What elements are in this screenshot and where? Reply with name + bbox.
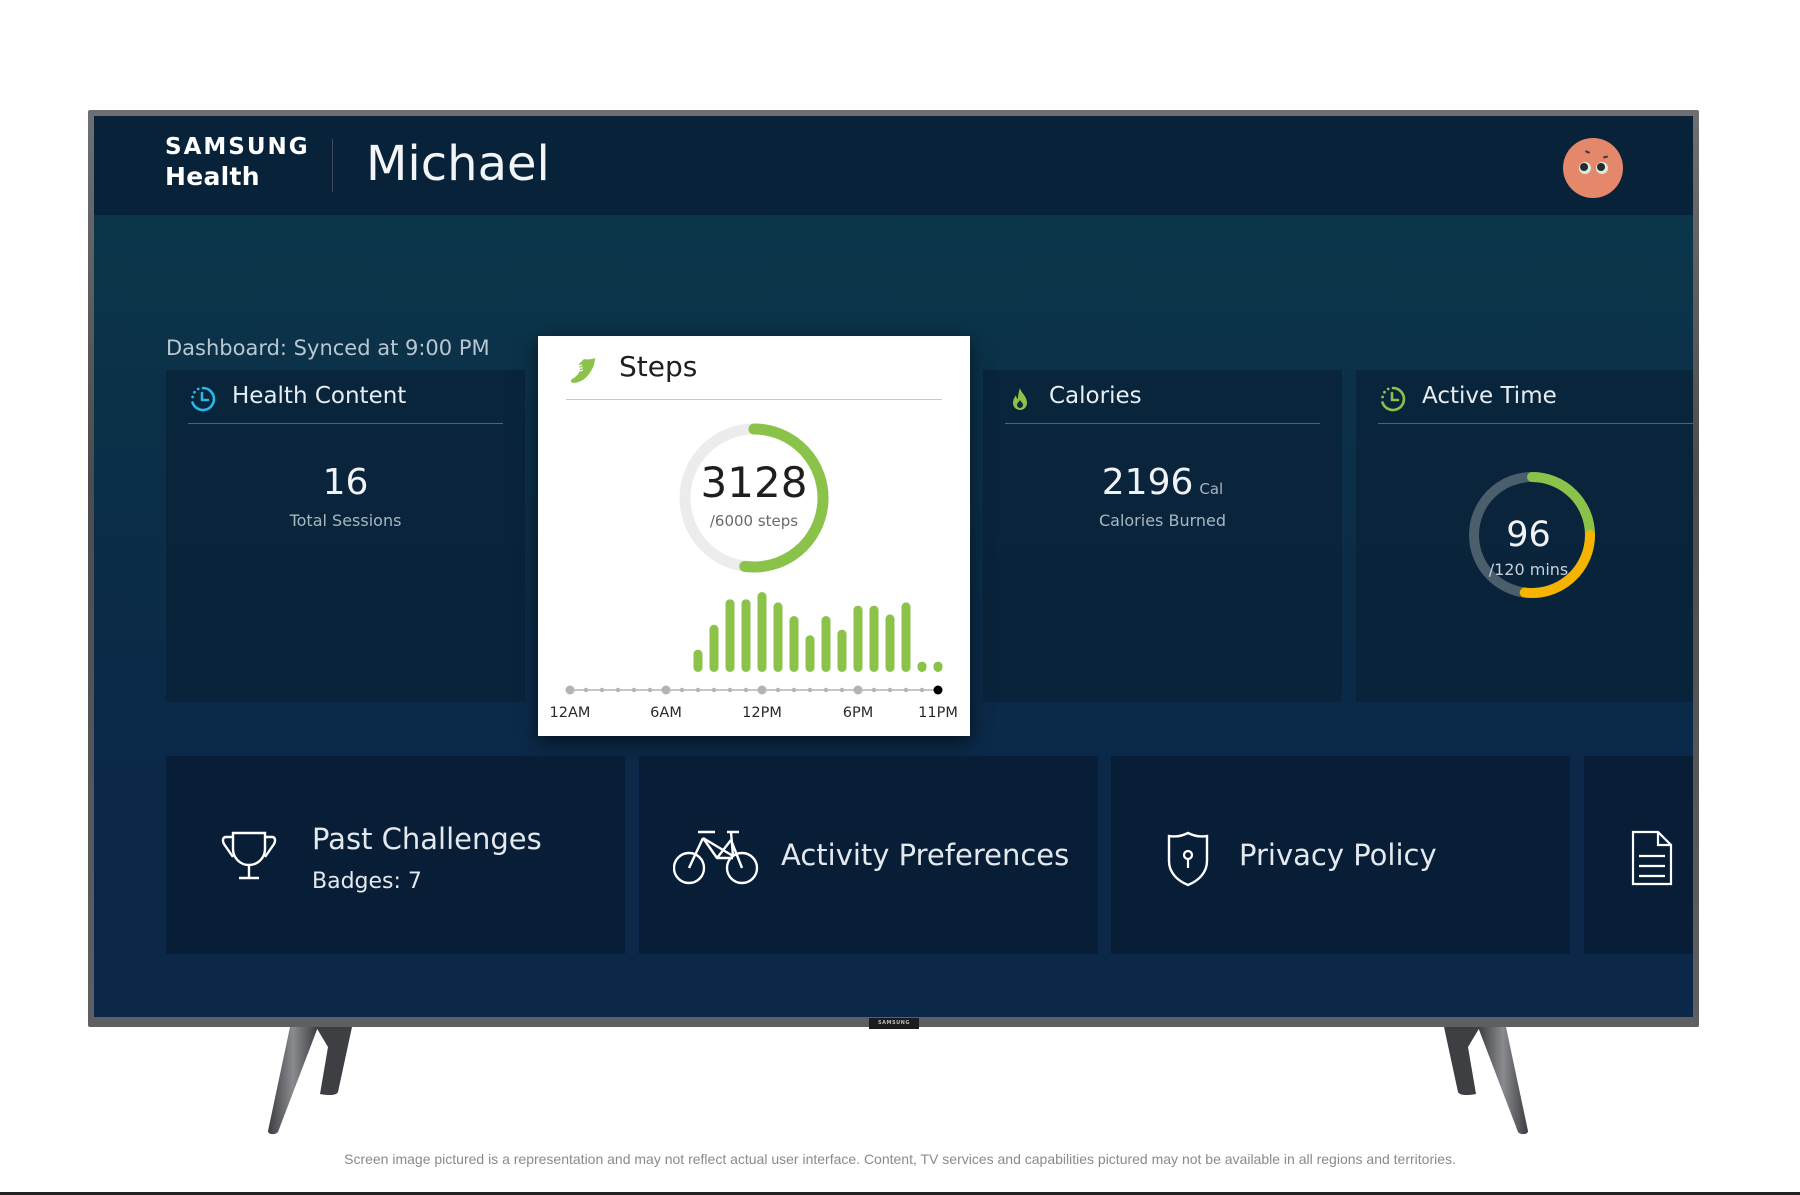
nav-label: Past Challenges (312, 822, 542, 856)
hour-dot-6AM (661, 685, 671, 695)
brand-samsung: SAMSUNG (165, 134, 310, 160)
timer-icon (1381, 386, 1406, 412)
nav-privacy-policy[interactable]: Privacy Policy (1111, 756, 1570, 954)
calories-unit: Cal (1199, 480, 1224, 498)
nav-terms-document[interactable] (1584, 756, 1693, 954)
hour-dot-10AM (727, 687, 733, 693)
steps-card[interactable]: Steps 12AM 6AM 12PM 6PM 11PM 3128 /6000 step… (538, 336, 970, 736)
avatar-brow-icon (1584, 150, 1591, 154)
avatar-brow-icon (1602, 155, 1609, 159)
nav-activity-preferences[interactable]: Activity Preferences (639, 756, 1098, 954)
hour-dot-6PM (853, 685, 863, 695)
active-time-goal: /120 mins (1488, 560, 1569, 579)
steps-bar-3PM (805, 635, 815, 672)
brand-health: Health (165, 162, 260, 191)
bicycle-icon (673, 830, 759, 885)
steps-bar-4PM (821, 616, 831, 672)
active-time-value: 96 (1506, 515, 1551, 555)
hour-dot-8AM (695, 687, 701, 693)
calories-burned-label: Calories Burned (1098, 511, 1227, 530)
steps-bar-6PM (853, 605, 863, 672)
avatar-eye-icon (1596, 162, 1608, 174)
total-sessions-value: 16 (322, 462, 369, 503)
hour-dot-5PM (839, 687, 845, 693)
hour-dot-3AM (615, 687, 621, 693)
health-content-card[interactable]: Health Content 16 Total Sessions (166, 370, 525, 702)
nav-past-challenges[interactable]: Past Challenges Badges: 7 (166, 756, 625, 954)
hour-dot-7AM (679, 687, 685, 693)
disclaimer-text: Screen image pictured is a representatio… (344, 1151, 1456, 1167)
flame-icon (1013, 388, 1027, 410)
tv-frame: SAMSUNG Health Michael Dashboard: Synced… (88, 110, 1699, 1027)
samsung-health-logo: SAMSUNG Health (165, 134, 310, 191)
calories-card[interactable]: Calories 2196 Cal Calories Burned (983, 370, 1342, 702)
hour-dot-11AM (743, 687, 749, 693)
x-tick-label: 11PM (918, 705, 958, 721)
steps-bar-7PM (869, 605, 879, 672)
x-tick-label: 6AM (650, 705, 682, 721)
steps-chart: 12AM 6AM 12PM 6PM 11PM (550, 423, 958, 721)
badges-count: Badges: 7 (312, 869, 422, 894)
calories-value: 2196 Cal (983, 462, 1342, 503)
hour-dot-7PM (871, 687, 877, 693)
x-tick-label: 12AM (550, 705, 591, 721)
steps-bar-2PM (789, 616, 799, 672)
hour-dot-12AM (565, 685, 575, 695)
card-title: Health Content (232, 383, 407, 409)
hour-dot-1AM (583, 687, 589, 693)
hour-dot-11PM (933, 685, 943, 695)
shield-lock-icon (1167, 831, 1209, 887)
steps-bar-9AM (709, 624, 719, 672)
hour-dot-9AM (711, 687, 717, 693)
hour-dot-2AM (599, 687, 605, 693)
steps-value: 3128 (700, 458, 808, 507)
hour-dot-1PM (775, 687, 781, 693)
steps-bar-8AM (693, 649, 703, 672)
card-header: Health Content (188, 370, 503, 424)
avatar-eye-icon (1579, 162, 1591, 174)
steps-bar-5PM (837, 629, 847, 672)
steps-bar-11AM (741, 599, 751, 672)
hour-dot-10PM (919, 687, 925, 693)
steps-bar-1PM (773, 602, 783, 672)
hour-dot-3PM (807, 687, 813, 693)
card-title: Calories (1049, 383, 1142, 409)
hour-dot-2PM (791, 687, 797, 693)
bezel-samsung-logo: SAMSUNG (869, 1018, 919, 1029)
hour-dot-8PM (887, 687, 893, 693)
calories-number: 2196 (1101, 462, 1194, 503)
steps-goal: /6000 steps (709, 512, 799, 530)
steps-bar-9PM (901, 602, 911, 672)
card-header: Calories (1005, 370, 1320, 424)
x-tick-label: 6PM (843, 705, 873, 721)
user-name: Michael (366, 136, 550, 192)
hour-dot-9PM (903, 687, 909, 693)
nav-label: Activity Preferences (781, 838, 1070, 872)
tv-stand-right (1444, 1027, 1528, 1135)
steps-bar-8PM (885, 614, 895, 672)
hour-dot-12PM (757, 685, 767, 695)
tv-stand-left (268, 1027, 352, 1135)
steps-bar-12PM (757, 592, 767, 672)
hour-dot-4PM (823, 687, 829, 693)
trophy-icon (221, 831, 277, 880)
card-header: Active Time (1378, 370, 1693, 424)
app-header: SAMSUNG Health Michael (94, 116, 1693, 215)
steps-bar-10PM (917, 661, 927, 672)
active-time-card[interactable]: Active Time 96 /120 mins (1356, 370, 1693, 702)
sync-status: Dashboard: Synced at 9:00 PM (166, 336, 490, 360)
hour-dot-4AM (631, 687, 637, 693)
timer-icon (191, 386, 216, 412)
x-tick-label: 12PM (742, 705, 782, 721)
steps-bar-10AM (725, 599, 735, 672)
total-sessions-label: Total Sessions (289, 511, 402, 530)
steps-bar-11PM (933, 661, 943, 672)
nav-label: Privacy Policy (1239, 838, 1437, 872)
tv-screen: SAMSUNG Health Michael Dashboard: Synced… (94, 116, 1693, 1017)
card-title: Active Time (1422, 383, 1557, 409)
hour-dot-5AM (647, 687, 653, 693)
avatar[interactable] (1563, 138, 1623, 198)
header-divider (332, 139, 333, 192)
document-icon (1631, 830, 1673, 886)
